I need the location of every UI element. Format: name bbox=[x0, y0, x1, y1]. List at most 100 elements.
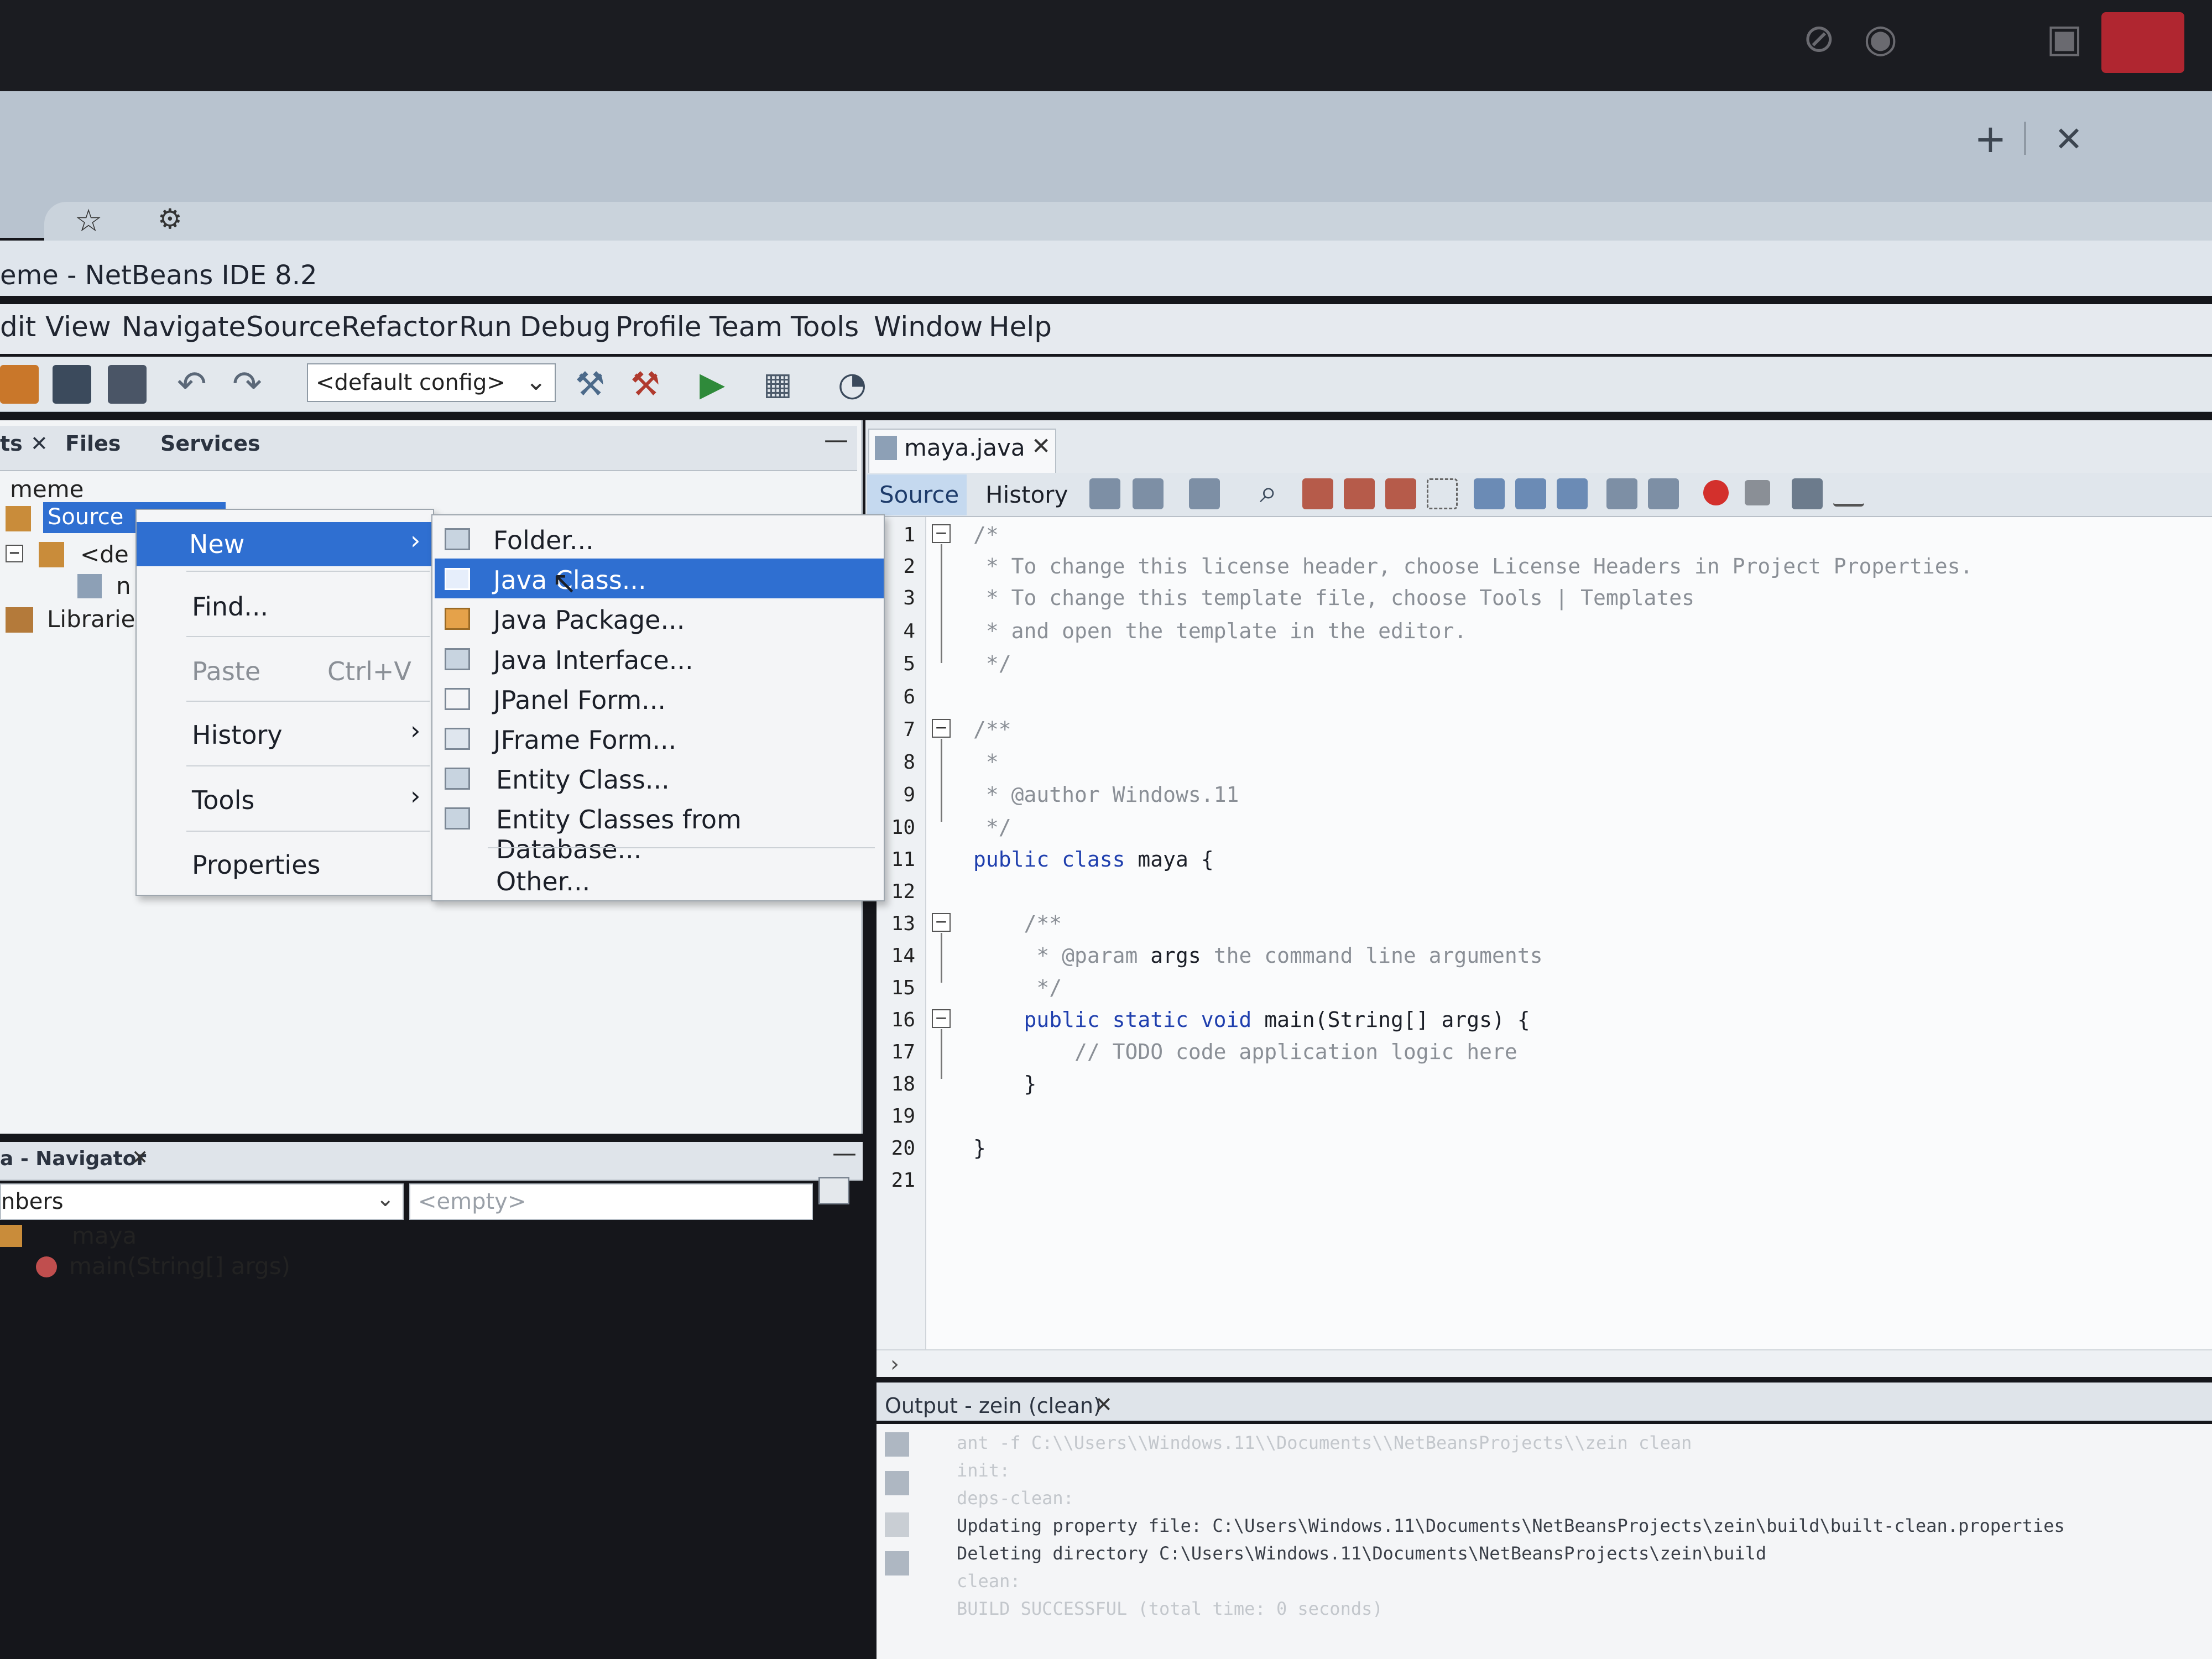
uncomment-icon[interactable] bbox=[1833, 487, 1864, 507]
submenu-java-package[interactable]: Java Package... bbox=[493, 605, 685, 635]
debug-icon[interactable]: ▦ bbox=[763, 365, 802, 404]
fold-icon[interactable]: − bbox=[932, 1009, 951, 1028]
close-icon[interactable]: ✕ bbox=[30, 431, 48, 456]
profile-icon[interactable]: ◔ bbox=[838, 365, 877, 404]
open-project-icon[interactable] bbox=[53, 365, 91, 404]
menu-navigate[interactable]: Navigate bbox=[122, 311, 246, 343]
undo-icon[interactable]: ↶ bbox=[177, 365, 216, 404]
menu-item-history[interactable]: History bbox=[192, 720, 283, 750]
output-line: ant -f C:\\Users\\Windows.11\\Documents\… bbox=[957, 1432, 1692, 1453]
toggle-bookmark-icon[interactable] bbox=[1557, 478, 1588, 509]
file-node[interactable]: n bbox=[116, 572, 131, 599]
shift-right-icon[interactable] bbox=[1648, 478, 1679, 509]
menu-run[interactable]: Run bbox=[459, 311, 512, 343]
comment-icon[interactable] bbox=[1792, 478, 1823, 509]
redo-icon[interactable]: ↷ bbox=[232, 365, 271, 404]
menu-debug[interactable]: Debug bbox=[520, 311, 611, 343]
search-icon[interactable]: ⌕ bbox=[1260, 476, 1293, 509]
menu-window[interactable]: Window bbox=[874, 311, 983, 343]
project-root[interactable]: meme bbox=[10, 476, 84, 503]
menu-profile[interactable]: Profile bbox=[615, 311, 701, 343]
find-previous-icon[interactable] bbox=[1302, 478, 1333, 509]
save-all-icon[interactable] bbox=[108, 365, 147, 404]
navigator-method[interactable]: main(String[] args) bbox=[69, 1253, 290, 1280]
stop-icon[interactable] bbox=[885, 1512, 909, 1537]
menu-edit[interactable]: dit bbox=[0, 311, 36, 343]
history-button[interactable]: History bbox=[973, 474, 1073, 515]
close-icon[interactable]: ✕ bbox=[1031, 432, 1051, 460]
libraries-node[interactable]: Librarie bbox=[47, 606, 135, 633]
line-number: 1 bbox=[903, 524, 915, 546]
minimize-icon[interactable]: — bbox=[832, 1139, 857, 1167]
collapse-icon[interactable]: − bbox=[6, 545, 23, 562]
toggle-highlight-icon[interactable] bbox=[1385, 478, 1416, 509]
output-line: Deleting directory C:\Users\Windows.11\D… bbox=[957, 1543, 1767, 1564]
menu-help[interactable]: Help bbox=[989, 311, 1052, 343]
submenu-jframe-form[interactable]: JFrame Form... bbox=[493, 725, 676, 755]
menu-item-new[interactable] bbox=[137, 522, 432, 566]
clean-build-icon[interactable]: ⚒ bbox=[630, 365, 669, 404]
rerun-icon[interactable] bbox=[885, 1432, 909, 1457]
output-title[interactable]: Output - zein (clean) bbox=[885, 1394, 1102, 1418]
find-next-icon[interactable] bbox=[1344, 478, 1375, 509]
new-window-button[interactable]: + bbox=[1974, 116, 2007, 161]
menu-item-paste[interactable]: Paste bbox=[192, 656, 260, 686]
close-window-button[interactable]: ✕ bbox=[2054, 119, 2083, 159]
shift-left-icon[interactable] bbox=[1606, 478, 1637, 509]
last-edit-icon[interactable] bbox=[1089, 478, 1120, 509]
menu-item-tools[interactable]: Tools bbox=[192, 785, 254, 815]
tab-services[interactable]: Services bbox=[160, 431, 260, 456]
new-project-icon[interactable] bbox=[0, 365, 39, 404]
toggle-rect-select-icon[interactable] bbox=[1427, 478, 1458, 509]
build-icon[interactable]: ⚒ bbox=[575, 365, 614, 404]
method-icon bbox=[36, 1256, 57, 1277]
menu-source[interactable]: Source bbox=[246, 311, 341, 343]
menu-refactor[interactable]: Refactor bbox=[341, 311, 457, 343]
new-submenu: Folder... Java Class... ↖ Java Package..… bbox=[431, 514, 885, 901]
bookmark-row: ☆ ⚙ bbox=[44, 202, 2212, 241]
chevron-right-icon[interactable]: › bbox=[890, 1352, 899, 1377]
run-icon[interactable]: ▶ bbox=[700, 365, 738, 404]
start-macro-icon[interactable] bbox=[1703, 480, 1729, 505]
settings-icon[interactable]: ⚙ bbox=[158, 203, 182, 235]
minimize-icon[interactable]: — bbox=[824, 426, 848, 454]
menu-item-properties[interactable]: Properties bbox=[192, 850, 320, 880]
submenu-entity-class[interactable]: Entity Class... bbox=[496, 765, 670, 795]
menu-tools[interactable]: Tools bbox=[791, 311, 859, 343]
star-icon[interactable]: ☆ bbox=[75, 203, 102, 239]
close-icon[interactable]: ✕ bbox=[1095, 1392, 1113, 1417]
fold-line bbox=[941, 1029, 942, 1079]
submenu-folder[interactable]: Folder... bbox=[493, 525, 594, 555]
next-bookmark-icon[interactable] bbox=[1515, 478, 1546, 509]
config-select[interactable]: <default config> bbox=[307, 363, 556, 402]
settings-icon[interactable] bbox=[885, 1551, 909, 1575]
navigator-title[interactable]: a - Navigator bbox=[0, 1147, 146, 1170]
members-filter[interactable]: nbers bbox=[0, 1183, 404, 1220]
tab-projects[interactable]: ts bbox=[0, 431, 23, 456]
fold-icon[interactable]: − bbox=[932, 719, 951, 738]
fold-icon[interactable]: − bbox=[932, 913, 951, 932]
forward-icon[interactable] bbox=[1189, 478, 1220, 509]
close-icon[interactable]: ✕ bbox=[132, 1146, 148, 1169]
menu-team[interactable]: Team bbox=[709, 311, 782, 343]
source-button[interactable]: Source bbox=[867, 474, 967, 515]
submenu-other[interactable]: Other... bbox=[496, 867, 590, 896]
fold-icon[interactable]: − bbox=[932, 524, 951, 543]
stop-macro-icon[interactable] bbox=[1745, 480, 1770, 505]
back-icon[interactable] bbox=[1133, 478, 1164, 509]
tab-files[interactable]: Files bbox=[65, 431, 121, 456]
submenu-java-interface[interactable]: Java Interface... bbox=[493, 645, 693, 675]
default-package-node[interactable]: <de bbox=[80, 541, 129, 568]
prev-bookmark-icon[interactable] bbox=[1474, 478, 1505, 509]
navigator-class[interactable]: maya bbox=[72, 1222, 137, 1249]
chevron-down-icon: ⌄ bbox=[376, 1186, 395, 1212]
menu-item-find[interactable]: Find... bbox=[192, 592, 268, 622]
empty-filter[interactable]: <empty> bbox=[409, 1183, 813, 1220]
menu-view[interactable]: View bbox=[45, 311, 111, 343]
line-number: 20 bbox=[891, 1137, 915, 1160]
rerun-options-icon[interactable] bbox=[885, 1471, 909, 1495]
output-panel[interactable] bbox=[877, 1424, 2212, 1659]
submenu-entity-classes-db[interactable]: Entity Classes from Database... bbox=[496, 805, 884, 864]
navigator-options-icon[interactable] bbox=[818, 1177, 849, 1204]
submenu-jpanel-form[interactable]: JPanel Form... bbox=[493, 685, 666, 715]
